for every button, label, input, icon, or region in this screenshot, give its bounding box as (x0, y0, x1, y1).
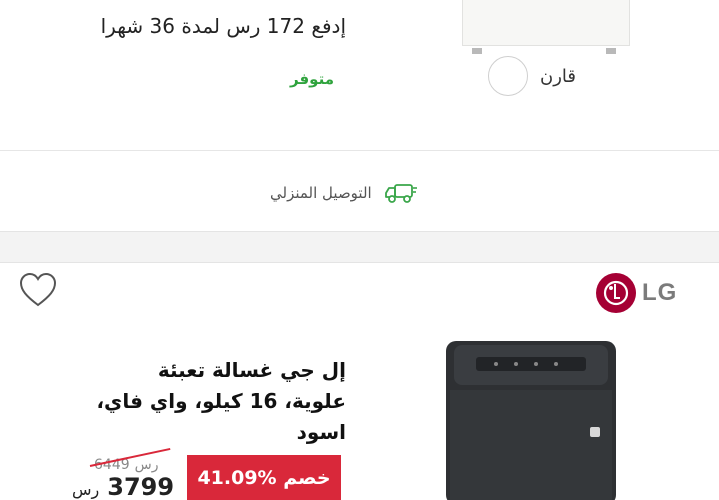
home-delivery: التوصيل المنزلي (270, 180, 418, 206)
appliance-foot (606, 48, 616, 54)
truck-icon (384, 184, 417, 203)
compare-checkbox[interactable] (488, 56, 528, 96)
product-listing-page: إدفع 172 رس لمدة 36 شهرا متوفر قارن التو… (0, 0, 719, 500)
compare-toggle[interactable]: قارن (488, 56, 576, 96)
delivery-label: التوصيل المنزلي (270, 184, 372, 202)
stock-status: متوفر (290, 70, 334, 88)
product-image[interactable] (436, 335, 626, 500)
price-value: 3799 (107, 473, 175, 500)
old-price-currency: رس (134, 457, 159, 473)
discount-badge: 41.09% خصم (187, 455, 341, 500)
product-card[interactable]: LG إل جي غسالة تعبئة علوية، 16 كيلو، واي… (0, 262, 719, 500)
appliance-body (462, 0, 630, 46)
product-title[interactable]: إل جي غسالة تعبئة علوية، 16 كيلو، واي فا… (96, 355, 346, 448)
product-image[interactable] (456, 0, 636, 54)
installment-text: إدفع 172 رس لمدة 36 شهرا (100, 14, 346, 38)
product-card[interactable]: إدفع 172 رس لمدة 36 شهرا متوفر قارن التو… (0, 0, 719, 232)
price-currency: رس (72, 480, 100, 499)
current-price: رس 3799 (72, 473, 174, 500)
old-price: 6449 رس (89, 447, 171, 473)
appliance-foot (472, 48, 482, 54)
compare-label: قارن (540, 65, 576, 87)
brand-name: LG (642, 279, 678, 306)
brand-logo: LG (596, 273, 677, 313)
lg-logo-mark (596, 273, 636, 313)
heart-icon[interactable] (18, 271, 58, 311)
divider (0, 150, 719, 151)
